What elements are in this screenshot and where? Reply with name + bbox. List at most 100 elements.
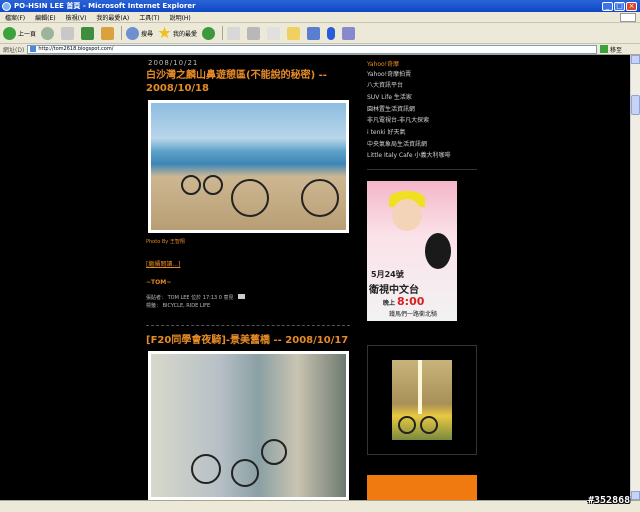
folder-icon [287,26,301,40]
messenger-button[interactable] [307,26,322,40]
post-meta: 張貼者： TOM LEE 位於 17:13 0 意見 標籤： BICYCLE, … [146,294,246,310]
forward-button[interactable] [41,26,56,40]
menu-view[interactable]: 檢視(V) [61,13,92,22]
go-button[interactable]: 移至 [599,45,622,54]
back-arrow-icon [3,26,16,40]
stop-button[interactable] [61,26,76,40]
ad-time-value: 8:00 [397,295,425,308]
face-shape [392,199,422,231]
menu-favorites[interactable]: 我的最愛(A) [91,13,134,22]
menu-bar: 檔案(F) 編輯(E) 檢視(V) 我的最愛(A) 工具(T) 說明(H) [0,12,640,23]
address-bar: 網址(D) http://tom2618.blogspot.com/ 移至 [0,44,640,55]
search-icon [126,26,140,40]
ad-time-prefix: 晚上 [383,300,396,307]
stop-icon [61,26,75,40]
photo-credit: Photo By 王智翔 [146,239,185,245]
forward-arrow-icon [41,26,55,40]
page-content: 2008/10/21 白沙灣之麟山鼻遊憩區(不能說的秘密) -- 2008/10… [0,55,630,500]
post-divider [146,325,350,326]
scroll-up-button[interactable] [631,55,640,64]
mail-button[interactable] [227,26,242,40]
back-label: 上一頁 [18,30,37,38]
minimize-button[interactable]: _ [602,1,613,11]
post-labels: 標籤： BICYCLE, RIDE LIFE [146,303,211,309]
address-label: 網址(D) [3,46,25,54]
menu-help[interactable]: 說明(H) [165,13,196,22]
post-title-link[interactable]: 白沙灣之麟山鼻遊憩區(不能說的秘密) -- 2008/10/18 [146,69,352,95]
sidebar-link[interactable]: 園林置生活資訊網 [367,104,415,113]
folder-button[interactable] [287,26,302,40]
history-icon [202,26,216,40]
address-url: http://tom2618.blogspot.com/ [38,46,114,52]
read-more-link[interactable]: [繼續閱讀...] [146,259,180,268]
bike-wheel-icon [203,175,223,195]
sidebar-link[interactable]: 中央氣象局生活資訊網 [367,139,427,148]
ad-route: 鐵馬們一路衝北騎 [389,311,438,318]
sidebar-photo-bike-post[interactable] [392,360,452,440]
bluetooth-button[interactable] [327,26,337,40]
home-icon [101,26,115,40]
bike-wheel-icon [420,416,438,434]
post-photo-parked-bikes [148,351,349,500]
standard-toolbar: 上一頁 搜尋 我的最愛 [0,23,640,44]
bike-wheel-icon [231,459,259,487]
sidebar-link[interactable]: 非凡電視台-非凡大探索 [367,115,429,124]
vertical-scrollbar[interactable] [630,55,640,500]
mail-icon [227,26,241,40]
sidebar-link[interactable]: SUV Life 生活家 [367,92,412,101]
sidebar-link[interactable]: 八大資訊平台 [367,80,403,89]
bike-wheel-icon [191,454,221,484]
sidebar-divider [367,169,477,170]
refresh-button[interactable] [81,26,96,40]
favorites-button[interactable]: 我的最愛 [158,26,198,40]
toolbar-separator [121,26,123,40]
address-input[interactable]: http://tom2618.blogspot.com/ [27,44,597,54]
home-button[interactable] [101,26,116,40]
print-button[interactable] [247,26,262,40]
back-button[interactable]: 上一頁 [3,26,37,40]
messenger-icon [307,26,321,40]
search-label: 搜尋 [141,30,154,38]
bike-wheel-icon [301,179,339,217]
tools-button[interactable] [342,26,357,40]
sidebar-link[interactable]: i tenki 好天氣 [367,127,405,136]
sidebar-link[interactable]: Yahoo!奇摩 [367,59,399,68]
windows-logo-icon [620,12,636,22]
scroll-down-button[interactable] [631,491,640,500]
menu-edit[interactable]: 編輯(E) [30,13,60,22]
menu-tools[interactable]: 工具(T) [134,13,164,22]
bike-wheel-icon [231,179,269,217]
post-title-link[interactable]: [F20同學會夜騎]-景美舊橋 -- 2008/10/17 [146,334,352,347]
ad-date: 5月24號 [371,270,404,279]
image-watermark: #352868 [588,495,631,506]
go-arrow-icon [599,45,608,53]
favorites-label: 我的最愛 [173,30,198,38]
window-titlebar: PO-HSIN LEE 首頁 - Microsoft Internet Expl… [0,0,640,12]
post-signature: ~TOM~ [146,279,172,286]
status-bar [0,500,640,512]
program-logo-badge [425,233,451,269]
go-label: 移至 [609,46,622,54]
gear-icon [342,26,356,40]
star-icon [158,26,171,39]
bike-wheel-icon [261,439,287,465]
sidebar-link[interactable]: Little Italy Cafe 小義大利咖啡 [367,150,450,159]
close-button[interactable]: × [626,1,637,11]
maximize-button[interactable]: □ [614,1,625,11]
pole-shape [418,360,422,414]
sidebar-link[interactable]: Yahoo!奇摩拍賣 [367,69,411,78]
search-button[interactable]: 搜尋 [126,26,154,40]
ad-channel: 衛視中文台 [369,285,419,296]
email-post-icon[interactable] [238,294,246,299]
bike-wheel-icon [398,416,416,434]
scroll-thumb[interactable] [631,95,640,115]
edit-button[interactable] [267,26,282,40]
tv-program-ad[interactable]: 5月24號 衛視中文台 晚上 8:00 鐵馬們一路衝北騎 [367,181,457,321]
ad-time: 晚上 8:00 [383,295,424,308]
history-button[interactable] [202,26,217,40]
post-date: 2008/10/21 [148,59,199,67]
menu-file[interactable]: 檔案(F) [0,13,30,22]
post-photo-beach-bikes [148,100,349,233]
ie-logo-icon [2,1,11,11]
toolbar-separator [222,26,224,40]
